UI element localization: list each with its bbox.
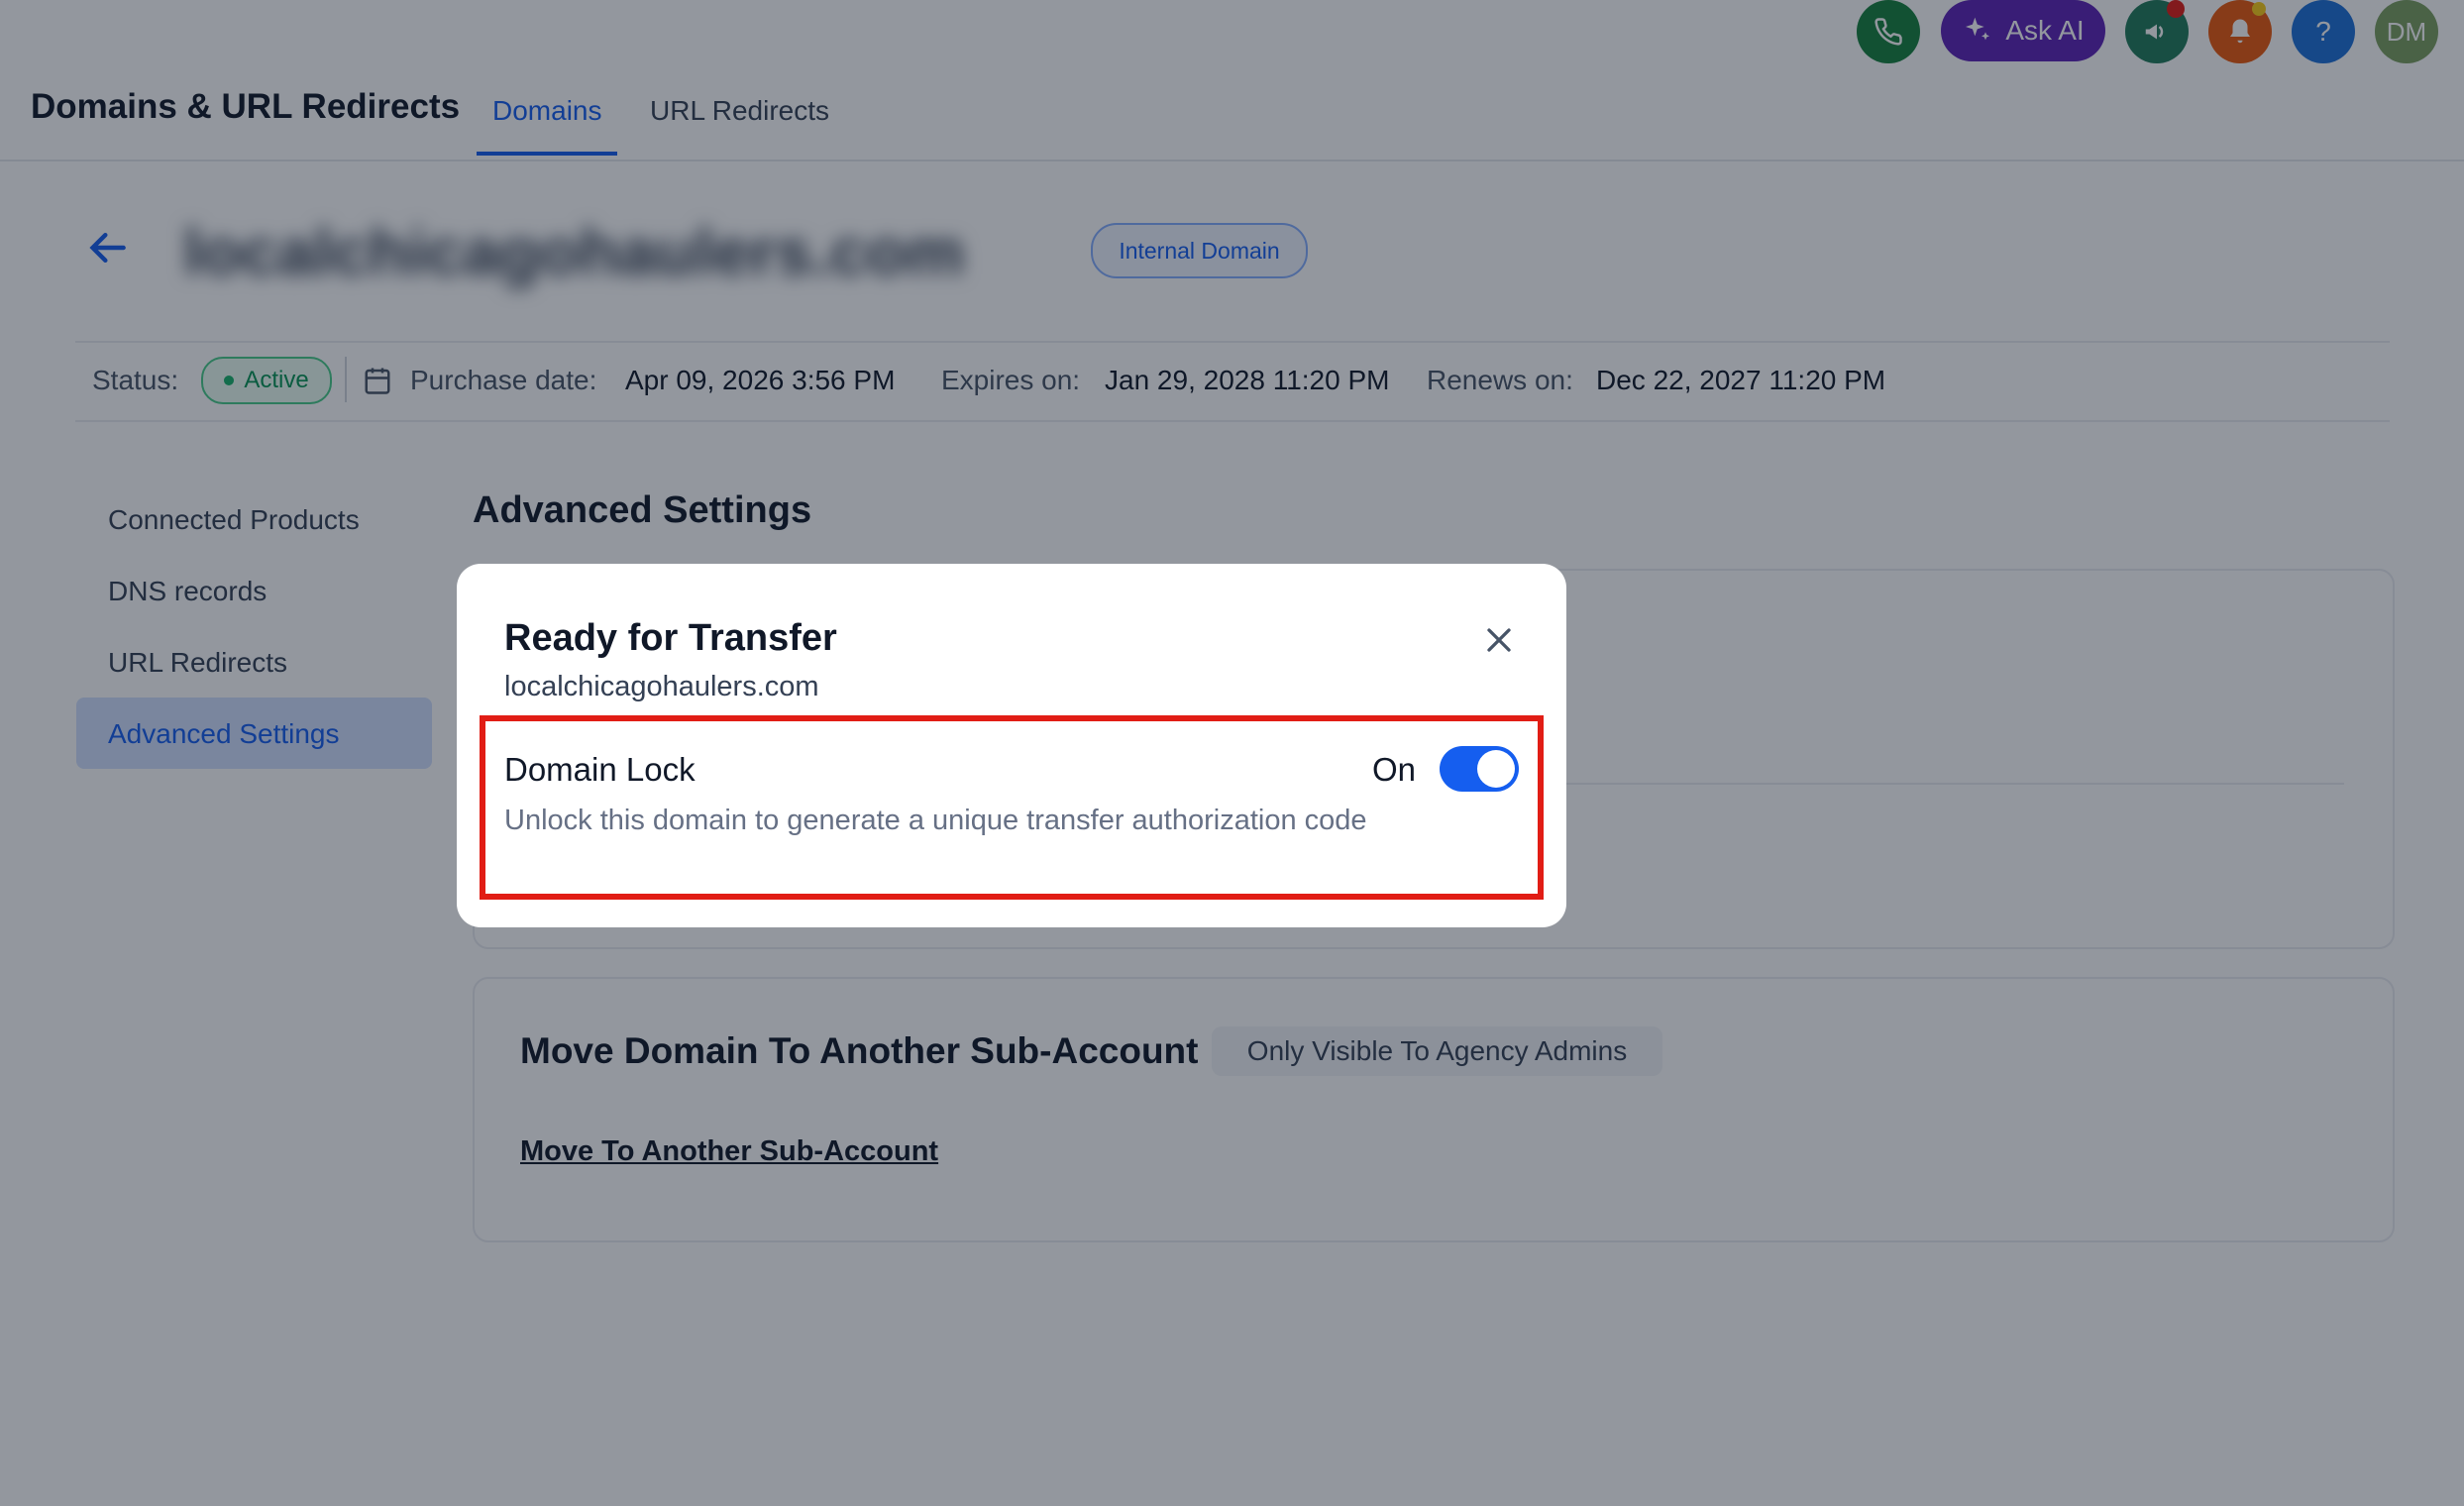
highlight-box bbox=[480, 715, 1544, 900]
close-icon[interactable] bbox=[1479, 620, 1519, 660]
modal-domain-name: localchicagohaulers.com bbox=[504, 671, 819, 702]
modal-title: Ready for Transfer bbox=[504, 617, 837, 659]
